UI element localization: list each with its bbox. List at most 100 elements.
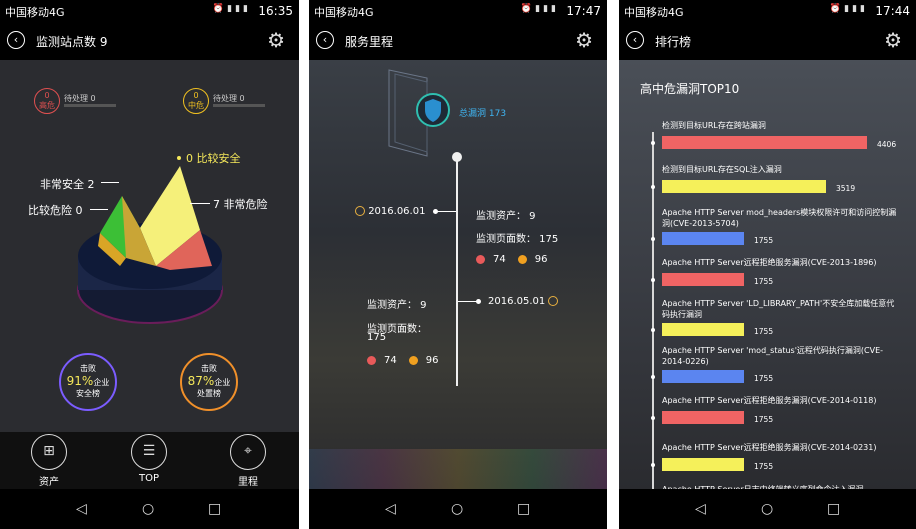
nav-recent-icon[interactable]: □ — [517, 500, 530, 518]
ring-top-label: 击败 — [80, 364, 96, 373]
nav-recent-icon[interactable]: □ — [208, 500, 221, 518]
timeline-connector — [436, 211, 456, 212]
ranking-node — [651, 141, 655, 145]
vuln-count: 1755 — [754, 277, 774, 286]
vuln-bar[interactable] — [662, 411, 744, 424]
tab-label: 资产 — [39, 477, 59, 488]
phone-screen-sites: 中国移动4G ⏰▮▮▮ 16:35 ‹ 监测站点数 9 ⚙ 0 高危 待处理 0… — [0, 0, 299, 529]
vuln-counts: 74 96 — [367, 355, 438, 366]
back-icon[interactable]: ‹ — [316, 31, 334, 49]
nav-home-icon[interactable]: ○ — [142, 500, 154, 518]
nav-home-icon[interactable]: ○ — [761, 500, 773, 518]
ranking-node — [651, 237, 655, 241]
tab-assets[interactable]: ⊞ 资产 — [19, 434, 79, 488]
tab-top[interactable]: ☰ TOP — [119, 434, 179, 484]
gear-icon[interactable]: ⚙ — [267, 30, 285, 50]
vuln-title: Apache HTTP Server远程拒绝服务漏洞(CVE-2014-0231… — [662, 443, 877, 452]
carrier-label: 中国移动4G — [314, 6, 374, 19]
safe-dot — [177, 156, 181, 160]
gear-icon[interactable]: ⚙ — [575, 30, 593, 50]
vuln-title: Apache HTTP Server远程拒绝服务漏洞(CVE-2014-0118… — [662, 396, 877, 405]
vuln-count: 3519 — [836, 184, 856, 193]
title-bar: ‹ 排行榜 ⚙ — [619, 21, 916, 60]
clock-icon — [355, 206, 365, 216]
ring-sub-label: 安全榜 — [76, 389, 100, 398]
ranking-node — [651, 463, 655, 467]
nav-recent-icon[interactable]: □ — [827, 500, 840, 518]
system-nav-bar: ◁ ○ □ — [0, 489, 299, 529]
vuln-counts: 74 96 — [476, 254, 547, 265]
timeline-start-dot — [452, 152, 462, 162]
nav-back-icon[interactable]: ◁ — [695, 500, 706, 518]
vuln-count: 1755 — [754, 374, 774, 383]
clock-label: 17:44 — [875, 4, 910, 18]
mid-risk-count: 0 — [193, 91, 199, 100]
vuln-bar[interactable] — [662, 370, 744, 383]
total-vulns: 总漏洞 173 — [459, 109, 507, 119]
sites-dashboard: 0 高危 待处理 0 0 中危 待处理 0 0 比较安全 非常安全 2 比较危险… — [0, 60, 299, 432]
back-icon[interactable]: ‹ — [626, 31, 644, 49]
page-title: 排行榜 — [655, 35, 692, 49]
timeline-date-text: 2016.05.01 — [488, 296, 546, 307]
down-count: 96 — [534, 254, 548, 265]
tab-label: TOP — [138, 473, 159, 484]
vuln-count: 1755 — [754, 236, 774, 245]
monitored-assets: 监测资产： 9 — [476, 211, 536, 222]
nav-back-icon[interactable]: ◁ — [385, 500, 396, 518]
timeline-node — [433, 209, 438, 214]
vuln-bar[interactable] — [662, 458, 744, 471]
timeline-date: 2016.05.01 — [488, 296, 559, 307]
handling-rank-ring[interactable]: 击败 87%企业 处置榜 — [180, 353, 238, 411]
page-title: 服务里程 — [345, 35, 394, 49]
timeline-node — [476, 299, 481, 304]
vuln-bar[interactable] — [662, 232, 744, 245]
up-arrow-icon — [367, 355, 376, 365]
up-arrow-icon — [476, 254, 485, 264]
vuln-bar[interactable] — [662, 136, 867, 149]
ring-percent: 87% — [187, 374, 215, 388]
vuln-title: 检测到目标URL存在SQL注入漏洞 — [662, 165, 782, 174]
mid-risk-badge[interactable]: 0 中危 — [183, 88, 209, 114]
page-title: 监测站点数 9 — [36, 35, 108, 49]
vuln-bar[interactable] — [662, 180, 826, 193]
clock-label: 16:35 — [258, 4, 293, 18]
vuln-title: Apache HTTP Server mod_headers模块权限许可和访问控… — [662, 208, 897, 228]
vuln-title: Apache HTTP Server远程拒绝服务漏洞(CVE-2013-1896… — [662, 258, 877, 267]
safety-pie-chart[interactable] — [60, 148, 240, 328]
high-risk-label: 高危 — [39, 101, 55, 110]
timeline-date-text: 2016.06.01 — [368, 206, 426, 217]
leader-line — [101, 182, 119, 183]
clock-label: 17:47 — [566, 4, 601, 18]
back-icon[interactable]: ‹ — [7, 31, 25, 49]
phone-screen-ranking: 中国移动4G ⏰▮▮▮ 17:44 ‹ 排行榜 ⚙ 高中危漏洞TOP10 检测到… — [619, 0, 916, 529]
monitored-pages-value: 175 — [367, 332, 387, 343]
high-risk-bar — [64, 104, 116, 107]
nav-home-icon[interactable]: ○ — [451, 500, 463, 518]
status-bar: 中国移动4G ⏰▮▮▮ 17:44 — [619, 0, 916, 21]
mid-risk-label: 中危 — [188, 101, 204, 110]
network-icon: ⊞ — [31, 434, 67, 470]
status-icons: ⏰▮▮▮ — [520, 4, 559, 14]
timeline-line — [456, 158, 458, 386]
gear-icon[interactable]: ⚙ — [884, 30, 902, 50]
vuln-bar[interactable] — [662, 323, 744, 336]
monitored-assets: 监测资产： 9 — [367, 300, 427, 311]
high-risk-badge[interactable]: 0 高危 — [34, 88, 60, 114]
ring-unit: 企业 — [93, 378, 110, 387]
status-bar: 中国移动4G ⏰▮▮▮ 16:35 — [0, 0, 299, 21]
mileage-timeline: 总漏洞 173 2016.06.01 监测资产： 9 监测页面数： 175 74… — [309, 60, 607, 489]
shield-icon — [388, 69, 450, 157]
pie-label-very-safe: 非常安全 2 — [40, 178, 95, 191]
vuln-bar[interactable] — [662, 273, 744, 286]
vuln-title: Apache HTTP Server 'LD_LIBRARY_PATH'不安全库… — [662, 299, 895, 319]
ranking-node — [651, 328, 655, 332]
tab-label: 里程 — [238, 477, 258, 488]
ranking-node — [651, 375, 655, 379]
tab-mileage[interactable]: ⌖ 里程 — [218, 434, 278, 488]
security-rank-ring[interactable]: 击败 91%企业 安全榜 — [59, 353, 117, 411]
ranking-node — [651, 416, 655, 420]
clock-icon — [548, 296, 559, 306]
nav-back-icon[interactable]: ◁ — [76, 500, 87, 518]
vuln-count: 1755 — [754, 462, 774, 471]
decorative-glow — [309, 449, 607, 489]
